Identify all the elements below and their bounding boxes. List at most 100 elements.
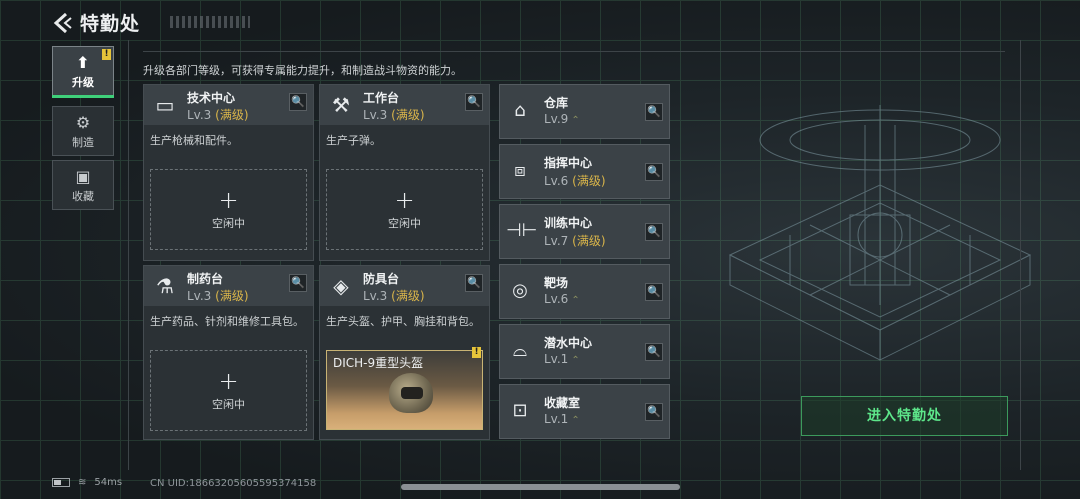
search-icon[interactable]: 🔍 <box>465 274 483 292</box>
tab-label: 升级 <box>72 75 94 89</box>
dumbbell-icon: ⊣⊢ <box>506 220 538 241</box>
search-icon[interactable]: 🔍 <box>645 103 663 121</box>
level-value: Lv.6 <box>544 292 569 306</box>
upgrade-chevron-icon: ⌃ <box>571 295 580 306</box>
search-icon[interactable]: 🔍 <box>465 93 483 111</box>
plus-icon: + <box>394 185 415 214</box>
card-workbench[interactable]: ⚒ 工作台 Lv.3 (满级) 🔍 生产子弹。 + 空闲中 <box>319 84 490 261</box>
facility-collection-room[interactable]: ⊡ 收藏室 Lv.1 ⌃ 🔍 <box>499 384 670 439</box>
idle-slot[interactable]: + 空闲中 <box>150 169 307 250</box>
search-icon[interactable]: 🔍 <box>645 343 663 361</box>
facility-name: 靶场 <box>544 276 569 290</box>
level-value: Lv.7 <box>544 234 569 248</box>
facility-diving-center[interactable]: ⌓ 潜水中心 Lv.1 ⌃ 🔍 <box>499 324 670 379</box>
facility-name: 仓库 <box>544 96 569 110</box>
card-name: 工作台 <box>363 91 400 105</box>
upgrade-chevron-icon: ⌃ <box>571 115 580 126</box>
search-icon[interactable]: 🔍 <box>645 223 663 241</box>
search-icon[interactable]: 🔍 <box>289 274 307 292</box>
frame-line <box>128 40 129 470</box>
search-icon[interactable]: 🔍 <box>645 163 663 181</box>
chip-icon: ⧈ <box>514 160 526 181</box>
facility-level: Lv.6 (满级) <box>544 172 606 189</box>
card-armor-bench[interactable]: ◈ 防具台 Lv.3 (满级) 🔍 生产头盔、护甲、胸挂和背包。 DICH-9重… <box>319 265 490 440</box>
divider-line <box>143 51 1005 52</box>
card-header: ◈ 防具台 Lv.3 (满级) 🔍 <box>320 266 489 306</box>
building-illustration <box>728 105 1032 361</box>
wifi-icon: ≋ <box>78 477 87 488</box>
max-level-tag: (满级) <box>391 289 425 303</box>
card-level: Lv.3 (满级) <box>363 106 425 123</box>
plus-icon: + <box>218 185 239 214</box>
card-info: 生产头盔、护甲、胸挂和背包。 <box>326 315 480 328</box>
facility-training-center[interactable]: ⊣⊢ 训练中心 Lv.7 (满级) 🔍 <box>499 204 670 259</box>
workstation-icon: ▭ <box>155 93 175 117</box>
item-name: DICH-9重型头盔 <box>333 356 424 370</box>
tab-label: 制造 <box>72 135 94 149</box>
facility-level: Lv.1 ⌃ <box>544 352 580 366</box>
gears-icon: ⚙ <box>75 112 91 132</box>
card-info: 生产子弹。 <box>326 134 381 147</box>
crafted-item-slot[interactable]: DICH-9重型头盔 ! <box>326 347 483 430</box>
max-level-tag: (满级) <box>572 234 606 248</box>
back-arrow-icon[interactable] <box>52 12 72 34</box>
target-icon: ◎ <box>512 280 528 301</box>
status-bar: ≋ 54ms <box>52 477 122 488</box>
battery-icon <box>52 478 70 487</box>
user-uid: CN UID:18663205605595374158 <box>150 478 317 489</box>
idle-slot[interactable]: + 空闲中 <box>326 169 483 250</box>
max-level-tag: (满级) <box>572 174 606 188</box>
tab-craft[interactable]: ⚙ 制造 <box>52 106 114 156</box>
helmet-visor <box>401 387 423 399</box>
upgrade-icon: ⬆ <box>76 52 90 72</box>
upgrade-chevron-icon: ⌃ <box>571 415 580 426</box>
search-icon[interactable]: 🔍 <box>645 283 663 301</box>
idle-label: 空闲中 <box>212 397 245 411</box>
tab-upgrade[interactable]: ⬆ 升级 ! <box>52 46 114 98</box>
plus-icon: + <box>218 366 239 395</box>
card-info: 生产药品、针剂和维修工具包。 <box>150 315 304 328</box>
max-level-tag: (满级) <box>215 289 249 303</box>
armor-boxes-icon: ◈ <box>333 274 349 298</box>
card-header: ▭ 技术中心 Lv.3 (满级) 🔍 <box>144 85 313 125</box>
card-name: 制药台 <box>187 272 224 286</box>
facility-command-center[interactable]: ⧈ 指挥中心 Lv.6 (满级) 🔍 <box>499 144 670 199</box>
facility-warehouse[interactable]: ⌂ 仓库 Lv.9 ⌃ 🔍 <box>499 84 670 139</box>
tab-collection[interactable]: ▣ 收藏 <box>52 160 114 210</box>
facility-level: Lv.7 (满级) <box>544 232 606 249</box>
max-level-tag: (满级) <box>215 108 249 122</box>
search-icon[interactable]: 🔍 <box>645 403 663 421</box>
card-name: 防具台 <box>363 272 400 286</box>
idle-slot[interactable]: + 空闲中 <box>150 350 307 431</box>
diving-mask-icon: ⌓ <box>512 340 528 361</box>
max-level-tag: (满级) <box>391 108 425 122</box>
level-value: Lv.9 <box>544 112 569 126</box>
tab-label: 收藏 <box>72 189 94 203</box>
home-indicator[interactable] <box>401 484 680 490</box>
facility-name: 潜水中心 <box>544 336 593 350</box>
card-tech-center[interactable]: ▭ 技术中心 Lv.3 (满级) 🔍 生产枪械和配件。 + 空闲中 <box>143 84 314 261</box>
ping-value: 54ms <box>94 477 123 488</box>
card-name: 技术中心 <box>187 91 236 105</box>
level-value: Lv.3 <box>187 108 212 122</box>
alert-badge: ! <box>472 347 481 358</box>
tools-icon: ⚒ <box>332 93 350 117</box>
level-value: Lv.3 <box>187 289 212 303</box>
enter-special-ops-button[interactable]: 进入特勤处 <box>801 396 1008 436</box>
card-level: Lv.3 (满级) <box>187 106 249 123</box>
warehouse-icon: ⌂ <box>514 100 526 121</box>
facility-shooting-range[interactable]: ◎ 靶场 Lv.6 ⌃ 🔍 <box>499 264 670 319</box>
facility-level: Lv.6 ⌃ <box>544 292 580 306</box>
facility-name: 指挥中心 <box>544 156 593 170</box>
search-icon[interactable]: 🔍 <box>289 93 307 111</box>
level-value: Lv.6 <box>544 174 569 188</box>
card-pharmacy[interactable]: ⚗ 制药台 Lv.3 (满级) 🔍 生产药品、针剂和维修工具包。 + 空闲中 <box>143 265 314 440</box>
description-text: 升级各部门等级，可获得专属能力提升，和制造战斗物资的能力。 <box>143 64 462 77</box>
card-level: Lv.3 (满级) <box>187 287 249 304</box>
collection-icon: ▣ <box>75 166 91 186</box>
facility-name: 训练中心 <box>544 216 593 230</box>
title-decoration <box>170 16 250 28</box>
idle-label: 空闲中 <box>388 216 421 230</box>
card-info: 生产枪械和配件。 <box>150 134 238 147</box>
card-header: ⚒ 工作台 Lv.3 (满级) 🔍 <box>320 85 489 125</box>
